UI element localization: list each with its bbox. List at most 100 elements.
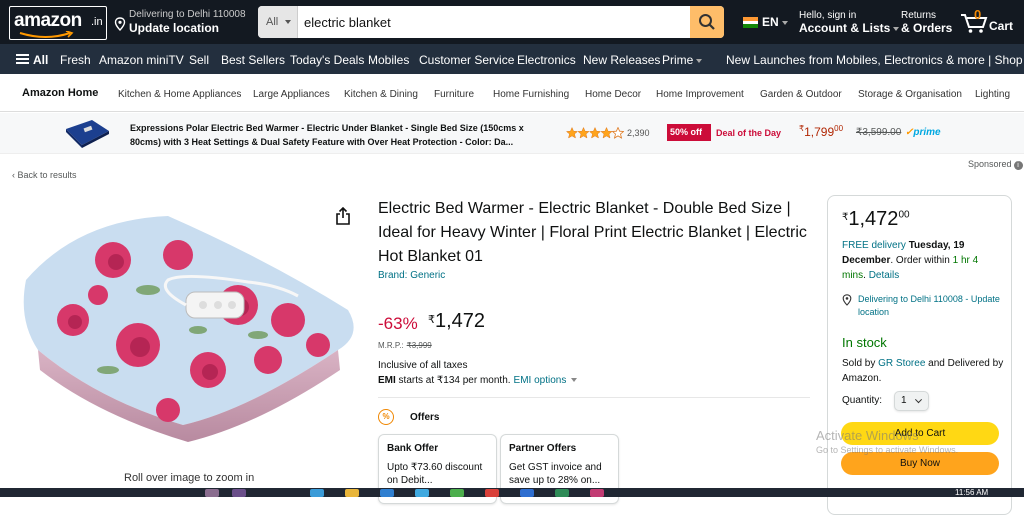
location-pin-icon bbox=[114, 17, 126, 31]
nav-item-new-releases[interactable]: New Releases bbox=[583, 53, 660, 67]
subnav-home[interactable]: Amazon Home bbox=[22, 87, 98, 99]
free-delivery-link[interactable]: FREE delivery bbox=[842, 240, 906, 251]
subnav-item[interactable]: Kitchen & Home Appliances bbox=[118, 89, 241, 100]
sponsored-label[interactable]: Sponsored i bbox=[968, 159, 1023, 170]
price-value: 1,472 bbox=[435, 310, 486, 332]
sold-prefix: Sold by bbox=[842, 358, 879, 369]
search-category-label: All bbox=[266, 16, 279, 28]
banner-rating-count[interactable]: 2,390 bbox=[627, 128, 650, 138]
taskbar-app-icon[interactable] bbox=[555, 489, 569, 497]
chevron-down-icon bbox=[893, 26, 900, 31]
taskbar-app-icon[interactable] bbox=[232, 489, 246, 497]
nav-item-sell[interactable]: Sell bbox=[189, 53, 209, 67]
taskbar-app-icon[interactable] bbox=[310, 489, 324, 497]
back-to-results-link[interactable]: ‹ Back to results bbox=[12, 170, 77, 180]
product-image[interactable] bbox=[18, 210, 360, 442]
subnav-item[interactable]: Home Furnishing bbox=[493, 89, 569, 100]
nav-item-minitv[interactable]: Amazon miniTV bbox=[99, 53, 184, 67]
taskbar-app-icon[interactable] bbox=[380, 489, 394, 497]
offer-text: Upto ₹73.60 discount on Debit... bbox=[387, 462, 483, 486]
smile-icon bbox=[19, 31, 74, 38]
returns-and-orders[interactable]: Returns & Orders bbox=[901, 10, 952, 35]
nav-item-best-sellers[interactable]: Best Sellers bbox=[221, 53, 285, 67]
nav-item-fresh[interactable]: Fresh bbox=[60, 53, 91, 67]
subnav-item[interactable]: Storage & Organisation bbox=[858, 89, 962, 100]
subnav-item[interactable]: Furniture bbox=[434, 89, 474, 100]
windows-taskbar bbox=[0, 488, 1024, 497]
watermark-line2: Go to Settings to activate Windows. bbox=[816, 445, 959, 455]
search-bar: All bbox=[258, 6, 724, 38]
nav-item-todays-deals[interactable]: Today's Deals bbox=[290, 53, 364, 67]
watermark-line1: Activate Windows bbox=[816, 428, 919, 443]
subnav-item[interactable]: Home Improvement bbox=[656, 89, 744, 100]
taskbar-app-icon[interactable] bbox=[450, 489, 464, 497]
quantity-row: Quantity: 1 bbox=[842, 391, 929, 411]
main-nav: All Fresh Amazon miniTV Sell Best Seller… bbox=[0, 44, 1024, 74]
brand-link[interactable]: Brand: Generic bbox=[378, 270, 445, 281]
india-flag-icon bbox=[743, 17, 758, 28]
nav-item-mobiles[interactable]: Mobiles bbox=[368, 53, 409, 67]
quantity-select[interactable]: 1 bbox=[894, 391, 929, 411]
subnav-item[interactable]: Home Decor bbox=[585, 89, 641, 100]
sponsored-text: Sponsored bbox=[968, 159, 1012, 169]
nav-item-customer-service[interactable]: Customer Service bbox=[419, 53, 514, 67]
taskbar-app-icon[interactable] bbox=[415, 489, 429, 497]
chevron-down-icon bbox=[696, 58, 703, 63]
order-within: . Order within bbox=[890, 255, 953, 266]
offer-text: Get GST invoice and save up to 28% on... bbox=[509, 462, 602, 486]
offers-heading: Offers bbox=[410, 412, 440, 423]
subnav-item[interactable]: Lighting bbox=[975, 89, 1010, 100]
search-input[interactable] bbox=[298, 6, 690, 38]
seller-link[interactable]: GR Storee bbox=[878, 358, 925, 369]
nav-item-electronics[interactable]: Electronics bbox=[517, 53, 576, 67]
stock-status: In stock bbox=[842, 335, 887, 350]
search-icon bbox=[699, 14, 715, 30]
taskbar-app-icon[interactable] bbox=[520, 489, 534, 497]
category-subnav: Amazon Home Kitchen & Home Appliances La… bbox=[0, 74, 1024, 112]
subnav-item[interactable]: Garden & Outdoor bbox=[760, 89, 842, 100]
banner-star-rating[interactable] bbox=[566, 127, 624, 139]
subnav-item[interactable]: Kitchen & Dining bbox=[344, 89, 418, 100]
location-pin-icon bbox=[842, 294, 852, 306]
sponsored-banner[interactable]: Expressions Polar Electric Bed Warmer - … bbox=[0, 113, 1024, 154]
nav-item-prime[interactable]: Prime bbox=[662, 53, 703, 67]
nav-all[interactable]: All bbox=[33, 53, 48, 67]
account-and-lists[interactable]: Hello, sign in Account & Lists bbox=[799, 10, 900, 35]
prime-label: prime bbox=[913, 127, 941, 138]
details-link[interactable]: Details bbox=[869, 270, 900, 281]
hamburger-icon[interactable] bbox=[16, 54, 29, 64]
delivery-location-link[interactable]: Delivering to Delhi 110008 - Update loca… bbox=[842, 293, 1002, 319]
buy-now-button[interactable]: Buy Now bbox=[841, 452, 999, 475]
taskbar-app-icon[interactable] bbox=[205, 489, 219, 497]
mrp-label: M.R.P.: bbox=[378, 341, 404, 350]
emi-options-link[interactable]: EMI options bbox=[514, 375, 567, 386]
amazon-logo[interactable]: amazon .in bbox=[9, 6, 107, 40]
mrp: M.R.P.: ₹3,999 bbox=[378, 341, 432, 350]
windows-activation-watermark: Activate Windows Go to Settings to activ… bbox=[816, 428, 958, 455]
seller-info: Sold by GR Storee and Delivered by Amazo… bbox=[842, 356, 1010, 386]
share-icon[interactable] bbox=[335, 207, 351, 225]
offer-heading: Partner Offers bbox=[509, 443, 577, 454]
taskbar-app-icon[interactable] bbox=[590, 489, 604, 497]
nav-promo-link[interactable]: New Launches from Mobiles, Electronics &… bbox=[726, 53, 1024, 67]
banner-product-thumbnail[interactable] bbox=[62, 117, 112, 149]
emi-info: EMI starts at ₹134 per month. EMI options bbox=[378, 375, 578, 386]
banner-title[interactable]: Expressions Polar Electric Bed Warmer - … bbox=[130, 121, 554, 149]
buybox-price-fraction: 00 bbox=[898, 209, 910, 221]
quantity-label: Quantity: bbox=[842, 395, 883, 406]
search-button[interactable] bbox=[690, 6, 724, 38]
cart-count: 0 bbox=[974, 7, 982, 22]
cart-button[interactable]: 0 Cart bbox=[960, 7, 1020, 35]
search-category-dropdown[interactable]: All bbox=[258, 6, 298, 38]
taskbar-app-icon[interactable] bbox=[345, 489, 359, 497]
taskbar-app-icon[interactable] bbox=[485, 489, 499, 497]
banner-price: ₹1,79900 bbox=[799, 124, 843, 139]
discount-percentage: -63% bbox=[378, 314, 418, 333]
discount-badge: 50% off bbox=[667, 124, 711, 141]
quantity-value: 1 bbox=[901, 395, 907, 406]
chevron-down-icon[interactable] bbox=[571, 378, 578, 383]
deliver-line2: Update location bbox=[129, 21, 220, 35]
nav-prime-label: Prime bbox=[662, 53, 694, 67]
subnav-item[interactable]: Large Appliances bbox=[253, 89, 330, 100]
returns-line1: Returns bbox=[901, 10, 937, 21]
